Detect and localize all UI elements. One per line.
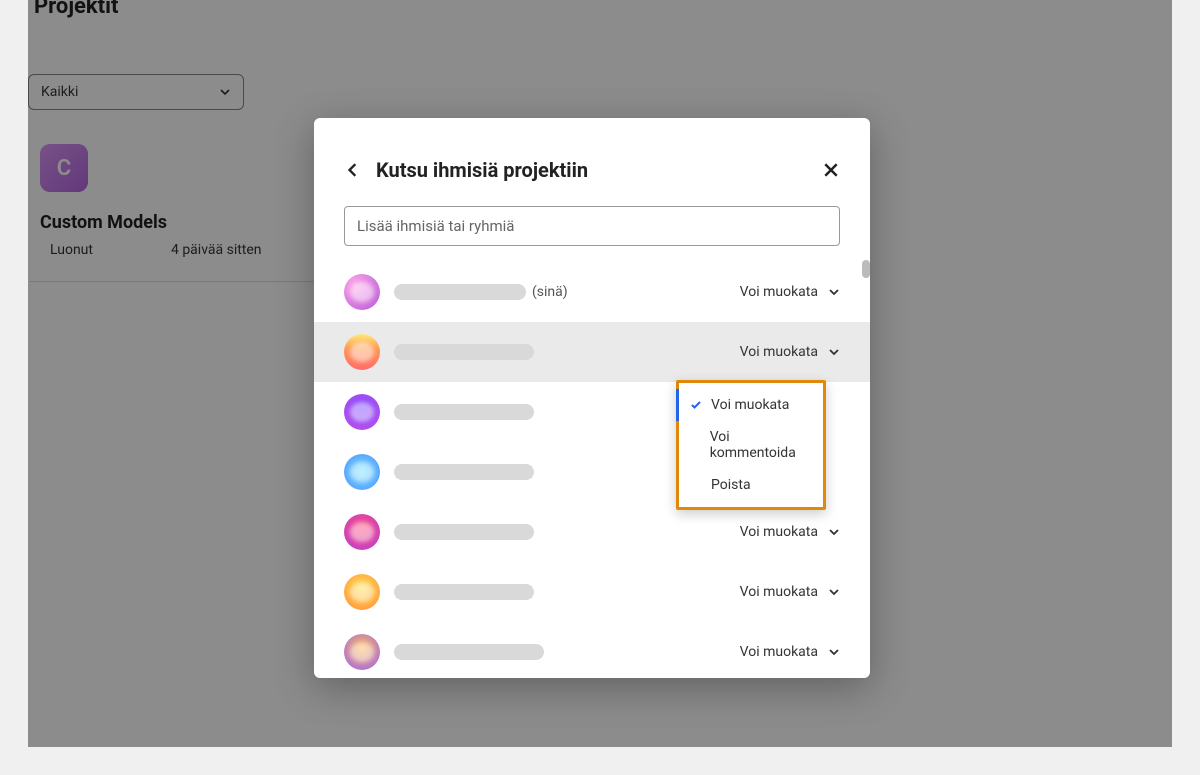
dropdown-item[interactable]: Voi kommentoida [679, 421, 823, 469]
name-redacted [394, 524, 534, 540]
role-select[interactable]: Voi muokata [740, 644, 840, 660]
search-placeholder: Lisää ihmisiä tai ryhmiä [357, 217, 514, 235]
modal-title: Kutsu ihmisiä projektiin [376, 158, 808, 182]
person-name [394, 644, 726, 660]
dropdown-item-label: Poista [711, 477, 751, 493]
person-row: Voi muokata [314, 502, 870, 562]
avatar [344, 394, 380, 430]
chevron-down-icon [828, 286, 840, 298]
dropdown-item[interactable]: Poista [679, 469, 823, 501]
check-icon [689, 398, 703, 412]
you-suffix: (sinä) [532, 284, 568, 300]
avatar [344, 574, 380, 610]
role-label: Voi muokata [740, 524, 818, 540]
person-row: Voi muokata [314, 322, 870, 382]
person-name [394, 524, 726, 540]
role-select[interactable]: Voi muokata [740, 284, 840, 300]
person-name [394, 584, 726, 600]
role-label: Voi muokata [740, 284, 818, 300]
chevron-down-icon [828, 586, 840, 598]
name-redacted [394, 344, 534, 360]
role-dropdown-menu: Voi muokata Voi kommentoida Poista [676, 380, 826, 510]
scrollbar-thumb[interactable] [862, 260, 870, 278]
person-row: Voi muokata [314, 562, 870, 622]
back-button[interactable] [344, 161, 362, 179]
name-redacted [394, 464, 534, 480]
name-redacted [394, 644, 544, 660]
close-button[interactable] [822, 161, 840, 179]
chevron-down-icon [828, 646, 840, 658]
dropdown-item-label: Voi muokata [711, 397, 789, 413]
person-row: (sinä) Voi muokata [314, 262, 870, 322]
avatar [344, 274, 380, 310]
avatar [344, 334, 380, 370]
role-select[interactable]: Voi muokata [740, 524, 840, 540]
add-people-input[interactable]: Lisää ihmisiä tai ryhmiä [344, 206, 840, 246]
dropdown-item-label: Voi kommentoida [710, 429, 809, 461]
dropdown-item[interactable]: Voi muokata [676, 389, 823, 421]
chevron-down-icon [828, 346, 840, 358]
role-label: Voi muokata [740, 584, 818, 600]
person-row: Voi muokata [314, 622, 870, 678]
role-label: Voi muokata [740, 644, 818, 660]
role-select[interactable]: Voi muokata [740, 584, 840, 600]
name-redacted [394, 584, 534, 600]
role-label: Voi muokata [740, 344, 818, 360]
name-redacted [394, 404, 534, 420]
avatar [344, 514, 380, 550]
person-name [394, 344, 726, 360]
role-select[interactable]: Voi muokata [740, 344, 840, 360]
chevron-down-icon [828, 526, 840, 538]
person-name: (sinä) [394, 284, 726, 300]
avatar [344, 634, 380, 670]
avatar [344, 454, 380, 490]
name-redacted [394, 284, 526, 300]
